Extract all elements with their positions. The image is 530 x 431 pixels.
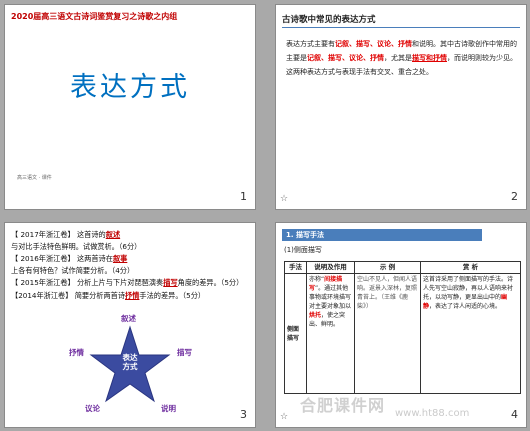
slide-1-footer: 高三语文 · 课件 <box>17 175 52 181</box>
slide-2-number: 2 <box>511 190 518 203</box>
slide-4-number: 4 <box>511 408 518 421</box>
table-cell-description: 亦称“间接描写”。通过其他事物或环境描写对主要对象加以烘托，使之突出、鲜明。 <box>306 273 355 394</box>
watermark-url: www.ht88.com <box>395 408 470 419</box>
slide-3-thumbnail[interactable]: 【 2017年浙江卷】 这首诗的叙述与对比手法特色鲜明。试做赏析。（6分） 【 … <box>4 222 256 428</box>
slide-1-main-heading: 表达方式 <box>70 72 190 103</box>
table-cell-example: 空山不见人，但闻人语响。返景入深林，复照青苔上。（王维《鹿柴》） <box>354 273 421 394</box>
technique-table: 手法 说明及作用 示 例 赏 析 侧面描写 亦称“间接描写”。通过其他事物或环境… <box>284 261 521 394</box>
slide-3-number: 3 <box>240 408 247 421</box>
slide-4-animation-icon: ☆ <box>280 412 289 422</box>
star-label-left: 抒情 <box>69 348 84 357</box>
slide-4-section-bar: 1. 描写手法 <box>282 229 482 241</box>
slide-2-animation-icon: ☆ <box>280 194 289 204</box>
table-header-cell: 赏 析 <box>420 261 521 274</box>
star-label-top: 叙述 <box>121 314 136 323</box>
table-cell-method: 侧面描写 <box>284 273 307 394</box>
exam-question-2014: 【2014年浙江卷】 简要分析两首诗抒情手法的差异。（5分） <box>11 290 206 300</box>
slide-1-title: 2020届高三语文古诗词鉴赏复习之诗歌之内组 <box>11 12 178 21</box>
slide-2-thumbnail[interactable]: 古诗歌中常见的表达方式 表达方式主要有记叙、描写、议论、抒情和说明。其中古诗歌创… <box>275 4 527 210</box>
slide-3-body: 【 2017年浙江卷】 这首诗的叙述与对比手法特色鲜明。试做赏析。（6分） 【 … <box>11 229 249 302</box>
table-cell-analysis: 这首诗采用了侧面描写的手法。诗人先写空山寂静，再以人语响来衬托，以动写静，更显出… <box>420 273 521 394</box>
exam-question-2017: 【 2017年浙江卷】 这首诗的叙述与对比手法特色鲜明。试做赏析。（6分） <box>11 230 142 251</box>
star-center-label: 表达 方式 <box>122 353 138 371</box>
exam-question-2015: 【 2015年浙江卷】 分析上片与下片对琵琶演奏描写角度的差异。（5分） <box>11 278 244 287</box>
exam-question-2016: 【 2016年浙江卷】 这两首诗在叙事上各有何特色？试作简要分析。（4分） <box>11 254 135 275</box>
slide-1-number: 1 <box>240 190 247 203</box>
slide-2-body: 表达方式主要有记叙、描写、议论、抒情和说明。其中古诗歌创作中常用的主要是记叙、描… <box>286 40 517 76</box>
table-header-row: 手法 说明及作用 示 例 赏 析 <box>284 261 521 274</box>
slide-1-thumbnail[interactable]: 2020届高三语文古诗词鉴赏复习之诗歌之内组 表达方式 高三语文 · 课件 1 <box>4 4 256 210</box>
slide-4-subheading: (1)侧面描写 <box>284 246 322 254</box>
slide-2-heading: 古诗歌中常见的表达方式 <box>282 15 376 25</box>
expression-star-diagram: 叙述 抒情 描写 议论 说明 表达 方式 <box>65 314 195 419</box>
star-label-bottom-right: 说明 <box>161 404 176 413</box>
watermark-text: 合肥课件网 <box>300 396 386 415</box>
slide-2-divider <box>282 27 520 28</box>
table-header-cell: 说明及作用 <box>306 261 355 274</box>
table-row: 侧面描写 亦称“间接描写”。通过其他事物或环境描写对主要对象加以烘托，使之突出、… <box>284 273 521 394</box>
star-label-right: 描写 <box>177 348 192 357</box>
star-label-bottom-left: 议论 <box>85 404 100 413</box>
table-header-cell: 示 例 <box>354 261 421 274</box>
table-header-cell: 手法 <box>284 261 307 274</box>
